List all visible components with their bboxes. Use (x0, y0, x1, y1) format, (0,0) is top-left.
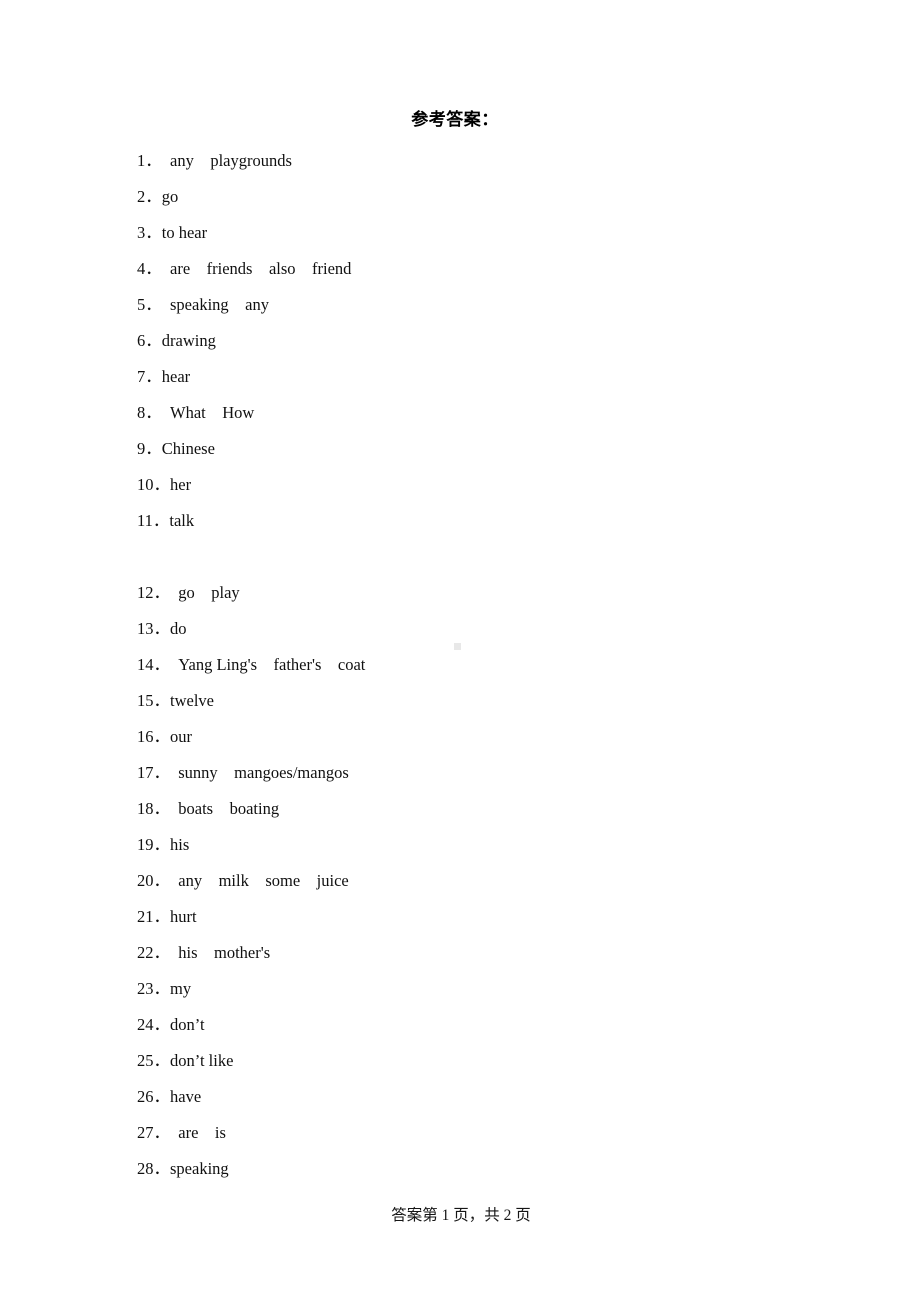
answer-text: his mother's (161, 943, 271, 962)
answer-text: go (161, 187, 179, 206)
answer-row: 26．have (137, 1079, 837, 1115)
answer-row: 5． speaking any (137, 287, 837, 323)
answer-number: 26． (137, 1087, 170, 1106)
answer-number: 13． (137, 619, 170, 638)
answer-text: my (170, 979, 192, 998)
answer-number: 24． (137, 1015, 170, 1034)
answer-number: 28． (137, 1159, 170, 1178)
answer-row: 21．hurt (137, 899, 837, 935)
answer-list: 1． any playgrounds 2．go 3．to hear 4． are fr… (137, 143, 837, 1187)
answer-row: 15．twelve (137, 683, 837, 719)
answer-text: to hear (161, 223, 208, 242)
answer-row: 13．do (137, 611, 837, 647)
answer-row: 24．don’t (137, 1007, 837, 1043)
answer-row: 16．our (137, 719, 837, 755)
answer-number: 4． (137, 259, 154, 278)
answer-number: 16． (137, 727, 170, 746)
answer-number: 20． (137, 871, 162, 890)
answer-row: 9．Chinese (137, 431, 837, 467)
answer-text: are friends also friend (153, 259, 352, 278)
answer-number: 15． (137, 691, 170, 710)
answer-row: 19．his (137, 827, 837, 863)
answer-text: speaking any (153, 295, 269, 314)
answer-text: our (170, 727, 192, 746)
answer-number: 7． (137, 367, 162, 386)
document-page: 参考答案： 1． any playgrounds 2．go 3．to hear 4． … (0, 0, 920, 1302)
answer-number: 22． (137, 943, 162, 962)
answer-text: Yang Ling's father's coat (161, 655, 366, 674)
answer-row: 4． are friends also friend (137, 251, 837, 287)
answer-number: 17． (137, 763, 162, 782)
answer-row: 27． are is (137, 1115, 837, 1151)
answer-row: 12． go play (137, 575, 837, 611)
answer-number: 8． (137, 403, 154, 422)
answer-row: 11．talk (137, 503, 837, 539)
answer-text: twelve (170, 691, 214, 710)
answer-text: her (170, 475, 192, 494)
answer-text: hurt (170, 907, 197, 926)
answer-row: 7．hear (137, 359, 837, 395)
answer-text: have (170, 1087, 202, 1106)
answer-text: any playgrounds (153, 151, 292, 170)
answer-number: 11． (137, 511, 170, 530)
answer-row: 17． sunny mangoes/mangos (137, 755, 837, 791)
answer-row: 23．my (137, 971, 837, 1007)
answer-number: 19． (137, 835, 170, 854)
answer-number: 2． (137, 187, 162, 206)
answer-text: go play (161, 583, 240, 602)
answer-text: boats boating (161, 799, 280, 818)
answer-row: 3．to hear (137, 215, 837, 251)
scan-artifact (454, 643, 461, 650)
answer-text: any milk some juice (161, 871, 349, 890)
answer-row-spacer (137, 539, 837, 575)
answer-row: 2．go (137, 179, 837, 215)
answer-number: 23． (137, 979, 170, 998)
answer-number: 25． (137, 1051, 170, 1070)
answer-number: 1． (137, 151, 154, 170)
answer-number: 21． (137, 907, 170, 926)
answer-text: do (170, 619, 187, 638)
answer-row: 1． any playgrounds (137, 143, 837, 179)
page-footer: 答案第 1 页，共 2 页 (391, 1207, 531, 1224)
answer-text: Chinese (161, 439, 215, 458)
answer-number: 14． (137, 655, 162, 674)
answer-number: 6． (137, 331, 162, 350)
answer-text: drawing (161, 331, 216, 350)
answer-row: 10．her (137, 467, 837, 503)
answer-text: hear (161, 367, 191, 386)
answer-row: 25．don’t like (137, 1043, 837, 1079)
answer-number: 12． (137, 583, 162, 602)
answer-row: 18． boats boating (137, 791, 837, 827)
answer-text: speaking (170, 1159, 229, 1178)
answer-number: 18． (137, 799, 162, 818)
answer-row: 14． Yang Ling's father's coat (137, 647, 837, 683)
answer-number: 10． (137, 475, 170, 494)
answer-row: 28．speaking (137, 1151, 837, 1187)
answer-text: don’t like (170, 1051, 234, 1070)
answer-text: his (170, 835, 190, 854)
answer-number: 3． (137, 223, 162, 242)
answer-row: 20． any milk some juice (137, 863, 837, 899)
answer-text: don’t (170, 1015, 205, 1034)
answer-number: 5． (137, 295, 154, 314)
answer-row: 6．drawing (137, 323, 837, 359)
answer-number: 9． (137, 439, 162, 458)
answer-text: What How (153, 403, 255, 422)
answer-text: talk (169, 511, 195, 530)
answer-number: 27． (137, 1123, 162, 1142)
answer-row: 22． his mother's (137, 935, 837, 971)
answer-text: sunny mangoes/mangos (161, 763, 349, 782)
answer-text: are is (161, 1123, 226, 1142)
page-title: 参考答案： (411, 110, 499, 129)
answer-row: 8． What How (137, 395, 837, 431)
